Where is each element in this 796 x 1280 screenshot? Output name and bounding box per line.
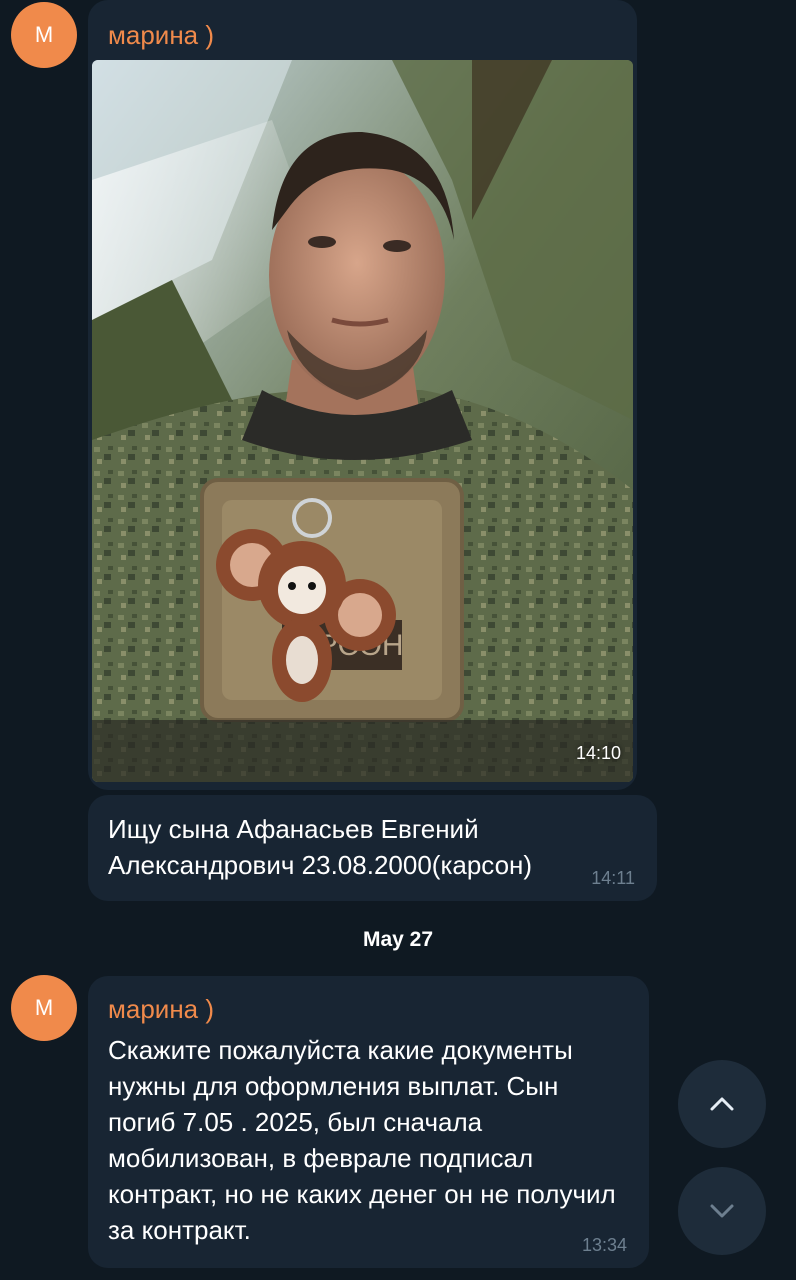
chevron-up-icon [710,1097,734,1111]
text-message-bubble-2[interactable]: марина ) Скажите пожалуйста какие докуме… [88,976,649,1268]
avatar-letter: M [34,22,54,47]
message-text: Ищу сына Афанасьев Евгений Александрович… [108,814,533,880]
sender-avatar[interactable]: M [11,2,77,68]
chat-view: M марина ) 14:10 Ищу сына Афанасьев Евге… [0,0,796,1280]
message-text-2: Скажите пожалуйста какие документы нужны… [108,1035,616,1245]
text-message-bubble[interactable]: Ищу сына Афанасьев Евгений Александрович… [88,795,657,901]
sender-name[interactable]: марина ) [108,20,214,51]
soldier-selfie-image: КАРСОН [92,60,633,782]
sender-name-2[interactable]: марина ) [108,994,214,1025]
scroll-up-button[interactable] [678,1060,766,1148]
scroll-down-button[interactable] [678,1167,766,1255]
chevron-down-icon [710,1204,734,1218]
date-separator: May 27 [362,928,434,951]
message-photo[interactable]: КАРСОН 14:10 [92,60,633,782]
sender-avatar-2[interactable]: M [11,975,77,1041]
photo-timestamp: 14:10 [575,743,621,763]
message-timestamp-2: 13:34 [581,1235,627,1255]
message-timestamp: 14:11 [591,868,635,888]
avatar-letter-2: M [34,995,54,1020]
